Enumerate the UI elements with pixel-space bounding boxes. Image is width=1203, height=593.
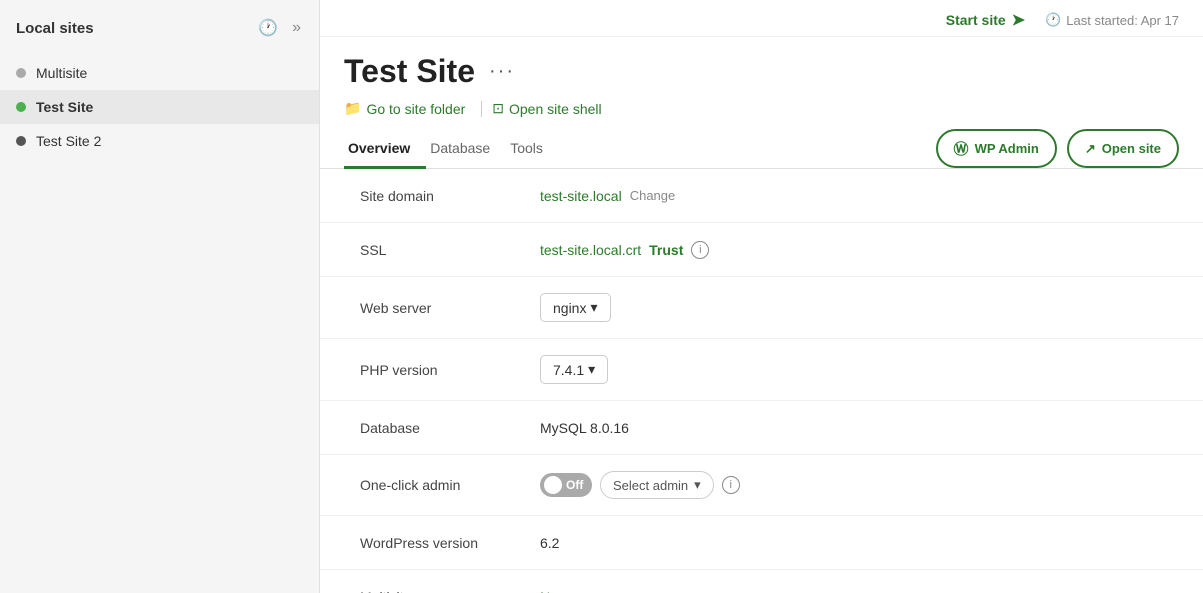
toggle-circle: [544, 476, 562, 494]
site-status-dot: [16, 136, 26, 146]
wp-icon: Ⓦ: [954, 138, 969, 159]
wordpress-version-value: 6.2: [540, 535, 559, 551]
row-site-domain: Site domain test-site.local Change: [320, 169, 1203, 223]
start-site-label: Start site: [946, 12, 1006, 28]
row-one-click-admin: One-click admin Off Select admin ▾ i: [320, 455, 1203, 516]
tabs: OverviewDatabaseTools: [344, 130, 559, 168]
sidebar-item-label: Test Site: [36, 99, 93, 115]
label-php-version: PHP version: [360, 362, 540, 378]
tab-tools[interactable]: Tools: [506, 130, 559, 169]
site-title-row: Test Site ···: [344, 53, 1179, 90]
open-site-shell-button[interactable]: ⊡ Open site shell: [492, 98, 607, 119]
folder-icon: 📁: [344, 100, 361, 117]
top-bar: Start site ➤ 🕐 Last started: Apr 17: [320, 0, 1203, 37]
site-header: Test Site ··· 📁 Go to site folder ⊡ Open…: [320, 37, 1203, 119]
tab-database[interactable]: Database: [426, 130, 506, 169]
action-divider: [481, 101, 482, 117]
row-ssl: SSL test-site.local.crt Trust i: [320, 223, 1203, 277]
chevron-down-icon: ▾: [588, 361, 595, 378]
chevron-down-icon: ▾: [590, 299, 597, 316]
sidebar: Local sites 🕐 » Multisite Test Site Test…: [0, 0, 320, 593]
history-icon[interactable]: 🕐: [256, 16, 280, 40]
label-wordpress-version: WordPress version: [360, 535, 540, 551]
tab-overview[interactable]: Overview: [344, 130, 426, 169]
wp-admin-button[interactable]: Ⓦ WP Admin: [936, 129, 1057, 168]
ssl-info-icon[interactable]: i: [691, 241, 709, 259]
value-php-version: 7.4.1 ▾: [540, 355, 608, 384]
site-menu-button[interactable]: ···: [485, 60, 519, 83]
domain-value: test-site.local: [540, 188, 622, 204]
sidebar-title: Local sites: [16, 20, 94, 37]
open-site-button[interactable]: ↗ Open site: [1067, 129, 1179, 168]
row-database: DatabaseMySQL 8.0.16: [320, 401, 1203, 455]
label-web-server: Web server: [360, 300, 540, 316]
start-site-arrow-icon: ➤: [1012, 10, 1025, 30]
main-content: Start site ➤ 🕐 Last started: Apr 17 Test…: [320, 0, 1203, 593]
last-started-text: Last started: Apr 17: [1066, 13, 1179, 28]
web-server-dropdown[interactable]: nginx ▾: [540, 293, 611, 322]
one-click-admin-info-icon[interactable]: i: [722, 476, 740, 494]
tabs-row: OverviewDatabaseTools Ⓦ WP Admin ↗ Open …: [320, 129, 1203, 169]
external-link-icon: ↗: [1085, 141, 1096, 157]
row-php-version: PHP version 7.4.1 ▾: [320, 339, 1203, 401]
site-name: Test Site: [344, 53, 475, 90]
open-site-label: Open site: [1102, 141, 1161, 156]
web-server-value: nginx: [553, 300, 586, 316]
php-version-value: 7.4.1: [553, 362, 584, 378]
select-admin-dropdown[interactable]: Select admin ▾: [600, 471, 714, 499]
site-status-dot: [16, 102, 26, 112]
last-started: 🕐 Last started: Apr 17: [1045, 12, 1179, 28]
sidebar-item-multisite[interactable]: Multisite: [0, 56, 319, 90]
ssl-cert-value: test-site.local.crt: [540, 242, 641, 258]
php-version-dropdown[interactable]: 7.4.1 ▾: [540, 355, 608, 384]
row-wordpress-version: WordPress version6.2: [320, 516, 1203, 570]
value-ssl: test-site.local.crt Trust i: [540, 241, 709, 259]
label-one-click-admin: One-click admin: [360, 477, 540, 493]
label-ssl: SSL: [360, 242, 540, 258]
sidebar-item-label: Multisite: [36, 65, 87, 81]
sidebar-item-label: Test Site 2: [36, 133, 101, 149]
overview-content: Site domain test-site.local Change SSL t…: [320, 169, 1203, 593]
terminal-icon: ⊡: [492, 100, 504, 117]
value-web-server: nginx ▾: [540, 293, 611, 322]
site-actions: 📁 Go to site folder ⊡ Open site shell: [344, 98, 1179, 119]
sidebar-header: Local sites 🕐 »: [0, 0, 319, 52]
value-multisite: No: [540, 589, 558, 593]
sidebar-item-test-site[interactable]: Test Site: [0, 90, 319, 124]
multisite-value: No: [540, 589, 558, 593]
collapse-icon[interactable]: »: [290, 17, 303, 39]
clock-icon: 🕐: [1045, 12, 1061, 28]
row-multisite: MultisiteNo: [320, 570, 1203, 593]
value-database: MySQL 8.0.16: [540, 420, 629, 436]
chevron-down-icon: ▾: [694, 477, 701, 493]
one-click-admin-toggle[interactable]: Off: [540, 473, 592, 497]
row-web-server: Web server nginx ▾: [320, 277, 1203, 339]
change-domain-button[interactable]: Change: [630, 188, 676, 203]
site-list: Multisite Test Site Test Site 2: [0, 52, 319, 162]
value-site-domain: test-site.local Change: [540, 188, 675, 204]
sidebar-item-test-site-2[interactable]: Test Site 2: [0, 124, 319, 158]
open-shell-label: Open site shell: [509, 101, 602, 117]
go-to-folder-label: Go to site folder: [366, 101, 465, 117]
start-site-button[interactable]: Start site ➤: [946, 10, 1025, 30]
label-database: Database: [360, 420, 540, 436]
tab-action-buttons: Ⓦ WP Admin ↗ Open site: [936, 129, 1179, 168]
trust-ssl-button[interactable]: Trust: [649, 242, 683, 258]
label-multisite: Multisite: [360, 589, 540, 593]
label-site-domain: Site domain: [360, 188, 540, 204]
select-admin-label: Select admin: [613, 478, 688, 493]
sidebar-header-icons: 🕐 »: [256, 16, 303, 40]
go-to-site-folder-button[interactable]: 📁 Go to site folder: [344, 98, 471, 119]
wp-admin-label: WP Admin: [975, 141, 1039, 156]
toggle-label: Off: [566, 478, 583, 492]
site-status-dot: [16, 68, 26, 78]
value-wordpress-version: 6.2: [540, 535, 559, 551]
value-one-click-admin: Off Select admin ▾ i: [540, 471, 740, 499]
database-value: MySQL 8.0.16: [540, 420, 629, 436]
